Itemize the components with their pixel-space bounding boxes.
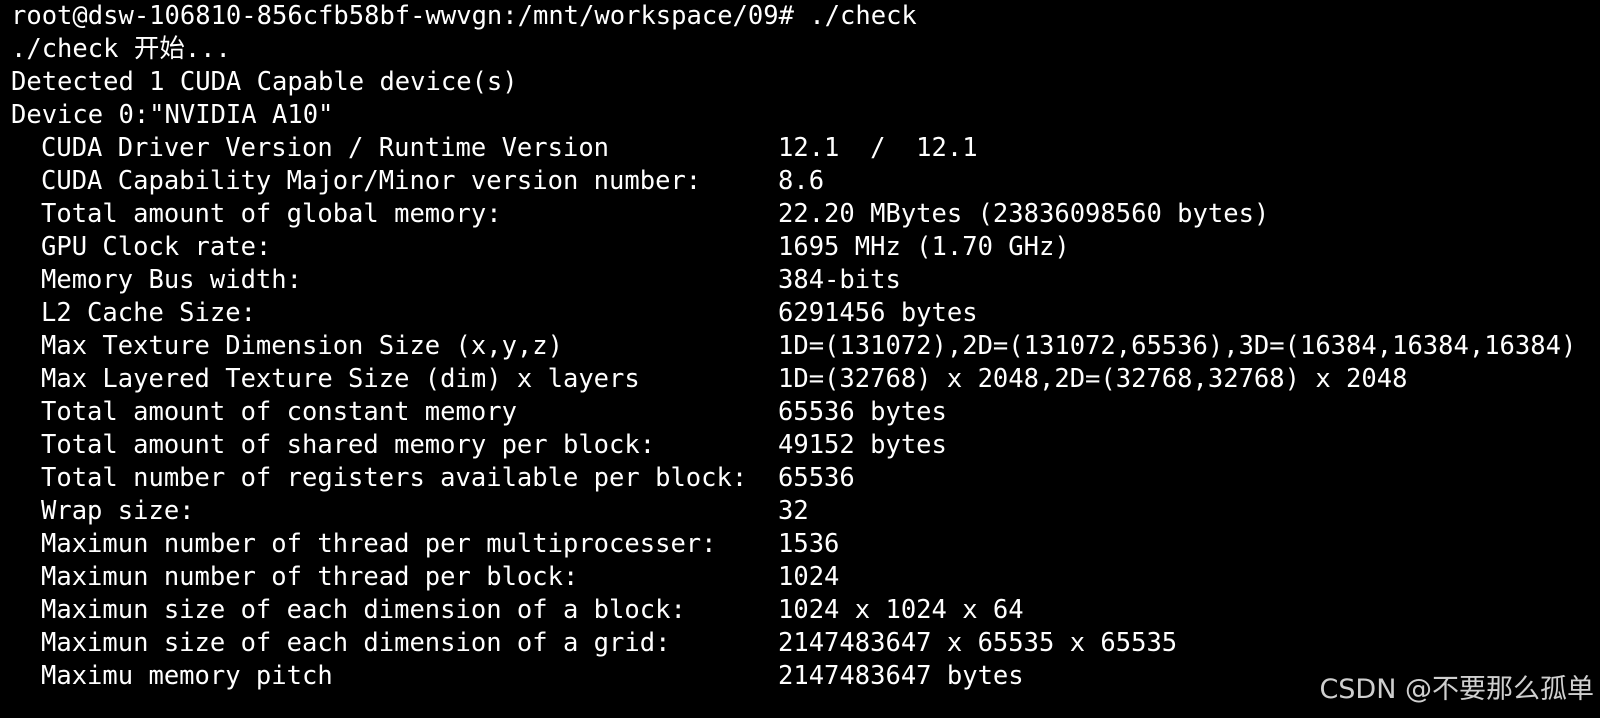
detected-line: Detected 1 CUDA Capable device(s) xyxy=(11,67,518,97)
property-label: Maximu memory pitch xyxy=(41,661,333,691)
prompt-line: root@dsw-106810-856cfb58bf-wwvgn:/mnt/wo… xyxy=(11,1,917,31)
property-row: Total amount of shared memory per block:… xyxy=(0,429,1600,462)
property-label: Total number of registers available per … xyxy=(41,463,748,493)
property-row: GPU Clock rate: 1695 MHz (1.70 GHz) xyxy=(0,231,1600,264)
property-value: 1695 MHz (1.70 GHz) xyxy=(778,232,1070,262)
property-label: CUDA Driver Version / Runtime Version xyxy=(41,133,610,163)
property-value: 49152 bytes xyxy=(778,430,947,460)
property-value: 32 xyxy=(778,496,809,526)
property-value: 1024 xyxy=(778,562,840,592)
device-line: Device 0:"NVIDIA A10" xyxy=(11,100,334,130)
property-row: Maximun size of each dimension of a bloc… xyxy=(0,594,1600,627)
property-label: Maximun number of thread per block: xyxy=(41,562,579,592)
property-row: Wrap size: 32 xyxy=(0,495,1600,528)
property-label: Total amount of shared memory per block: xyxy=(41,430,656,460)
property-row: Memory Bus width: 384-bits xyxy=(0,264,1600,297)
property-label: CUDA Capability Major/Minor version numb… xyxy=(41,166,702,196)
property-value: 65536 xyxy=(778,463,855,493)
property-label: Total amount of constant memory xyxy=(41,397,517,427)
property-label: GPU Clock rate: xyxy=(41,232,272,262)
property-value: 384-bits xyxy=(778,265,901,295)
property-row: Total number of registers available per … xyxy=(0,462,1600,495)
csdn-watermark: CSDN @不要那么孤单 xyxy=(1319,674,1594,705)
property-row: Max Texture Dimension Size (x,y,z) 1D=(1… xyxy=(0,330,1600,363)
property-value: 6291456 bytes xyxy=(778,298,978,328)
property-value: 1536 xyxy=(778,529,840,559)
property-value: 1D=(32768) x 2048,2D=(32768,32768) x 204… xyxy=(778,364,1408,394)
property-label: Max Layered Texture Size (dim) x layers xyxy=(41,364,640,394)
property-label: Total amount of global memory: xyxy=(41,199,502,229)
property-row: CUDA Driver Version / Runtime Version 12… xyxy=(0,132,1600,165)
property-row: L2 Cache Size: 6291456 bytes xyxy=(0,297,1600,330)
property-row: Total amount of constant memory 65536 by… xyxy=(0,396,1600,429)
property-row: Maximun size of each dimension of a grid… xyxy=(0,627,1600,660)
property-label: Maximun size of each dimension of a grid… xyxy=(41,628,671,658)
property-label: L2 Cache Size: xyxy=(41,298,256,328)
property-row: Maximun number of thread per block: 1024 xyxy=(0,561,1600,594)
property-label: Maximun size of each dimension of a bloc… xyxy=(41,595,686,625)
property-row: CUDA Capability Major/Minor version numb… xyxy=(0,165,1600,198)
property-row: Max Layered Texture Size (dim) x layers … xyxy=(0,363,1600,396)
property-label: Maximun number of thread per multiproces… xyxy=(41,529,717,559)
property-label: Wrap size: xyxy=(41,496,195,526)
property-value: 1D=(131072),2D=(131072,65536),3D=(16384,… xyxy=(778,331,1577,361)
terminal-window[interactable]: root@dsw-106810-856cfb58bf-wwvgn:/mnt/wo… xyxy=(0,0,1600,718)
property-value: 8.6 xyxy=(778,166,825,196)
property-label: Memory Bus width: xyxy=(41,265,302,295)
property-label: Max Texture Dimension Size (x,y,z) xyxy=(41,331,563,361)
property-value: 2147483647 bytes xyxy=(778,661,1024,691)
property-value: 2147483647 x 65535 x 65535 xyxy=(778,628,1178,658)
property-value: 1024 x 1024 x 64 xyxy=(778,595,1024,625)
property-value: 12.1 / 12.1 xyxy=(778,133,978,163)
property-value: 22.20 MBytes (23836098560 bytes) xyxy=(778,199,1270,229)
start-line: ./check 开始... xyxy=(11,34,231,64)
property-row: Total amount of global memory: 22.20 MBy… xyxy=(0,198,1600,231)
property-value: 65536 bytes xyxy=(778,397,947,427)
property-row: Maximun number of thread per multiproces… xyxy=(0,528,1600,561)
